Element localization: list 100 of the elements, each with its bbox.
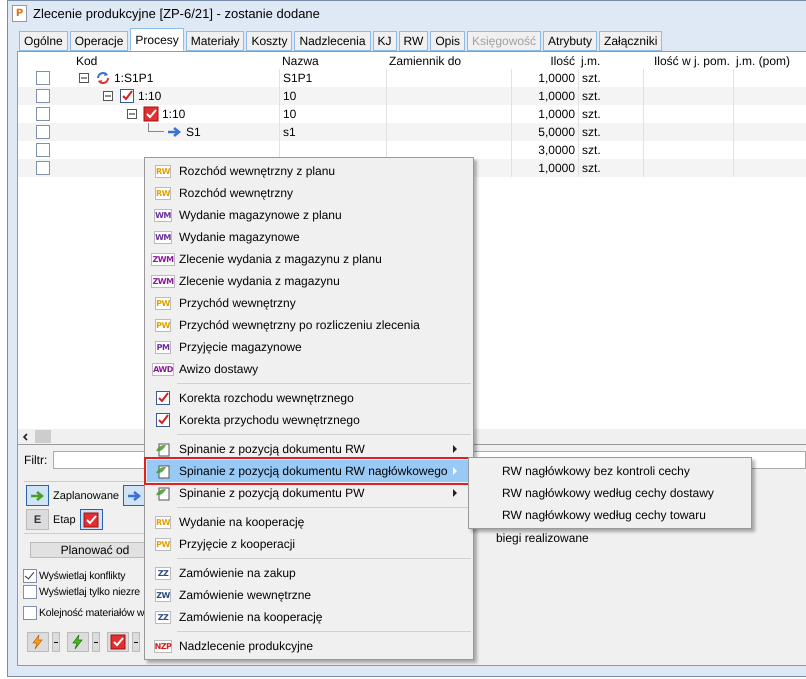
menu-item[interactable]: RW Rozchód wewnętrzny z planu bbox=[147, 160, 471, 182]
menu-item[interactable]: Korekta przychodu wewnętrznego bbox=[147, 409, 471, 431]
menu-item[interactable]: Spinanie z pozycją dokumentu RW nagłówkowego bbox=[147, 460, 471, 482]
document-icon: PM bbox=[155, 340, 171, 354]
table-cell: szt. bbox=[582, 71, 601, 85]
app-icon: P bbox=[12, 4, 27, 22]
checkmark-icon bbox=[155, 390, 171, 406]
table-cell: szt. bbox=[582, 161, 601, 175]
dropdown-button[interactable] bbox=[132, 632, 140, 652]
collapse-icon[interactable] bbox=[100, 88, 116, 104]
column-header[interactable]: Kod bbox=[76, 54, 98, 68]
tab[interactable]: Koszty bbox=[246, 31, 292, 51]
column-header[interactable]: j.m. (pom) bbox=[736, 54, 790, 68]
document-icon: NZP bbox=[154, 640, 172, 652]
table-cell: szt. bbox=[582, 107, 601, 121]
column-header[interactable]: Nazwa bbox=[282, 54, 319, 68]
table-cell: 1:10 bbox=[162, 107, 186, 121]
tab[interactable]: Załączniki bbox=[599, 31, 662, 51]
document-icon: PW bbox=[155, 318, 171, 332]
menu-item[interactable]: RW nagłówkowy bez kontroli cechy bbox=[469, 460, 751, 482]
cycle-icon bbox=[95, 70, 111, 86]
menu-item[interactable]: ZZ Zamówienie na kooperację bbox=[147, 606, 471, 628]
document-icon: RW bbox=[155, 186, 171, 200]
checkbox-label: Wyświetlaj tylko niezre bbox=[39, 586, 140, 598]
menu-item[interactable]: ZWM Zlecenie wydania z magazynu z planu bbox=[147, 248, 471, 270]
menu-item[interactable]: Spinanie z pozycją dokumentu RW bbox=[147, 438, 471, 460]
tab[interactable]: Procesy bbox=[130, 28, 184, 51]
checkbox[interactable] bbox=[23, 568, 37, 582]
document-icon: ZWM bbox=[151, 274, 175, 288]
tab[interactable]: KJ bbox=[372, 31, 397, 51]
menu-item[interactable]: Korekta rozchodu wewnętrznego bbox=[147, 387, 471, 409]
leaf-document-icon bbox=[155, 485, 171, 501]
row-checkbox[interactable] bbox=[36, 71, 50, 85]
menu-item[interactable]: NZP Nadzlecenie produkcyjne bbox=[147, 635, 471, 657]
row-checkbox[interactable] bbox=[36, 107, 50, 121]
menu-item[interactable]: PW Przychód wewnętrzny po rozliczeniu zlecenia bbox=[147, 314, 471, 336]
menu-item[interactable]: ZW Zamówienie wewnętrzne bbox=[147, 584, 471, 606]
tab[interactable]: Ogólne bbox=[19, 31, 68, 51]
tab[interactable]: Nadzlecenia bbox=[294, 31, 371, 51]
table-cell: s1 bbox=[283, 125, 296, 139]
document-icon: ZWM bbox=[151, 252, 175, 266]
legend-button[interactable] bbox=[123, 485, 146, 506]
collapse-icon[interactable] bbox=[76, 70, 92, 86]
scroll-thumb[interactable] bbox=[35, 430, 51, 443]
document-icon: PW bbox=[155, 538, 171, 550]
status-label: biegi realizowane bbox=[496, 531, 589, 545]
menu-item[interactable]: ZWM Zlecenie wydania z magazynu bbox=[147, 270, 471, 292]
menu-item[interactable]: PW Przychód wewnętrzny bbox=[147, 292, 471, 314]
dropdown-button[interactable] bbox=[92, 632, 100, 652]
row-checkbox[interactable] bbox=[36, 161, 50, 175]
toolbar-button[interactable] bbox=[107, 632, 129, 652]
legend-button[interactable] bbox=[26, 485, 49, 506]
collapse-icon[interactable] bbox=[124, 106, 140, 122]
legend-button[interactable] bbox=[80, 509, 103, 530]
row-checkbox[interactable] bbox=[36, 143, 50, 157]
legend-label: Zaplanowane bbox=[53, 490, 120, 502]
menu-item[interactable]: ZZ Zamówienie na zakup bbox=[147, 562, 471, 584]
tab[interactable]: Atrybuty bbox=[543, 31, 598, 51]
column-header[interactable]: Ilość w j. pom. bbox=[654, 54, 730, 68]
tab[interactable]: Opis bbox=[430, 31, 465, 51]
table-cell: 1:S1P1 bbox=[114, 71, 154, 85]
table-cell: 1,0000 bbox=[538, 107, 575, 121]
checkbox[interactable] bbox=[23, 606, 37, 620]
column-header[interactable]: j.m. bbox=[581, 54, 600, 68]
tab[interactable]: Materiały bbox=[186, 31, 244, 51]
tab[interactable]: RW bbox=[398, 31, 428, 51]
dropdown-button[interactable] bbox=[52, 632, 60, 652]
menu-item[interactable]: AWD Awizo dostawy bbox=[147, 358, 471, 380]
table-cell: 1,0000 bbox=[538, 161, 575, 175]
column-header[interactable]: Zamiennik do bbox=[389, 54, 462, 68]
menu-item[interactable]: RW nagłówkowy według cechy dostawy bbox=[469, 482, 751, 504]
menu-item[interactable]: WM Wydanie magazynowe z planu bbox=[147, 204, 471, 226]
tab[interactable]: Operacje bbox=[70, 31, 128, 51]
table-cell: 10 bbox=[283, 89, 296, 103]
table-cell: 1,0000 bbox=[538, 71, 575, 85]
menu-item[interactable]: RW Rozchód wewnętrzny bbox=[147, 182, 471, 204]
menu-item[interactable]: RW nagłówkowy według cechy towaru bbox=[469, 504, 751, 526]
menu-item[interactable]: PM Przyjęcie magazynowe bbox=[147, 336, 471, 358]
row-checkbox[interactable] bbox=[36, 89, 50, 103]
checkmark-icon bbox=[83, 512, 100, 528]
checkmark-icon bbox=[110, 634, 126, 650]
table-cell: 1:10 bbox=[138, 89, 162, 103]
table-cell: S1P1 bbox=[283, 71, 312, 85]
document-icon: ZZ bbox=[155, 566, 171, 580]
legend-button[interactable]: E bbox=[26, 509, 49, 530]
document-icon: RW bbox=[155, 516, 171, 528]
document-icon: ZW bbox=[155, 588, 171, 602]
menu-item[interactable]: RW Wydanie na kooperację bbox=[147, 511, 471, 533]
menu-item[interactable]: Spinanie z pozycją dokumentu PW bbox=[147, 482, 471, 504]
column-header[interactable]: Ilość bbox=[550, 54, 575, 68]
table-cell: S1 bbox=[186, 125, 201, 139]
toolbar-button[interactable] bbox=[67, 632, 89, 652]
table-cell: szt. bbox=[582, 89, 601, 103]
document-icon: WM bbox=[154, 208, 172, 222]
row-checkbox[interactable] bbox=[36, 125, 50, 139]
table-cell: 3,0000 bbox=[538, 143, 575, 157]
checkbox[interactable] bbox=[23, 584, 37, 598]
menu-item[interactable]: WM Wydanie magazynowe bbox=[147, 226, 471, 248]
table-cell: 5,0000 bbox=[538, 125, 575, 139]
checkmark-icon bbox=[155, 412, 171, 428]
